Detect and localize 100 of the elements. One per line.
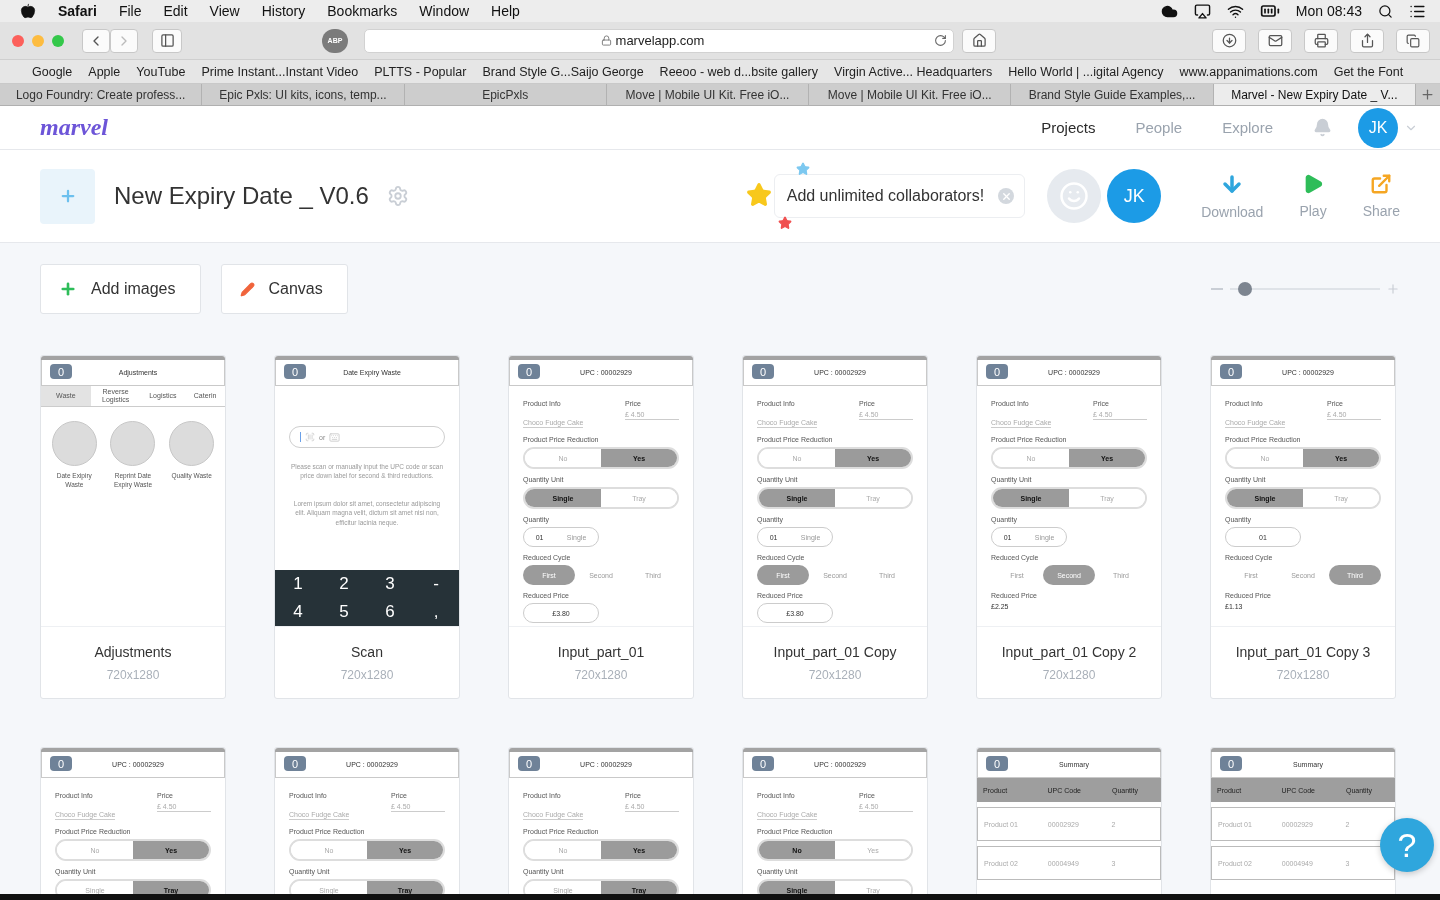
forward-button[interactable]	[110, 28, 138, 53]
slider-thumb[interactable]	[1238, 282, 1252, 296]
tile-circle[interactable]	[51, 421, 97, 466]
bookmark-link[interactable]: Prime Instant...Instant Video	[201, 64, 359, 79]
bookmark-link[interactable]: Google	[32, 64, 73, 79]
menu-item[interactable]: Help	[491, 3, 520, 19]
menu-item[interactable]: Window	[419, 3, 470, 19]
mail-button[interactable]	[1258, 28, 1292, 53]
settings-icon[interactable]	[386, 185, 409, 207]
screen-name: Input_part_01 Copy 2	[1001, 643, 1137, 660]
logo[interactable]: marvel	[40, 114, 108, 141]
barcode-icon	[305, 432, 315, 442]
home-button[interactable]	[962, 28, 996, 53]
menu-item[interactable]: View	[209, 3, 240, 19]
bookmark-link[interactable]: Reeoo - web d...bsite gallery	[659, 64, 819, 79]
printer-icon	[1313, 33, 1329, 48]
bookmark-link[interactable]: www.appanimations.com	[1179, 64, 1318, 79]
star-icon	[777, 216, 792, 230]
screen-size: 720x1280	[1042, 667, 1096, 682]
zoom-button[interactable]	[52, 34, 64, 47]
comment-badge[interactable]: 0	[50, 364, 72, 379]
browser-tab[interactable]: Epic Pxls: UI kits, icons, temp...	[202, 84, 405, 105]
keypad-key[interactable]: 3	[385, 574, 395, 594]
sidebar-button[interactable]	[152, 28, 182, 53]
comment-badge[interactable]: 0	[1220, 364, 1242, 379]
comment-badge[interactable]: 0	[986, 364, 1008, 379]
bookmark-link[interactable]: Apple	[88, 64, 121, 79]
share-button[interactable]	[1350, 28, 1384, 53]
keypad-key[interactable]: 4	[293, 602, 303, 622]
bookmark-link[interactable]: PLTTS - Popular	[374, 64, 467, 79]
keypad-key[interactable]: ,	[433, 602, 439, 622]
browser-tab[interactable]: Marvel - New Expiry Date _ V...	[1213, 84, 1416, 105]
keypad-key[interactable]: 1	[293, 574, 303, 594]
screen-size: 720x1280	[106, 667, 160, 682]
screen-size: 720x1280	[808, 667, 862, 682]
screen-name: Adjustments	[94, 643, 172, 660]
screen-card[interactable]	[274, 355, 460, 699]
comment-badge[interactable]: 0	[518, 756, 540, 771]
bell-icon[interactable]	[1313, 118, 1332, 137]
comment-badge[interactable]: 0	[284, 364, 306, 379]
screen-name: Input_part_01 Copy 3	[1235, 643, 1371, 660]
reload-icon[interactable]	[934, 34, 947, 47]
plus-icon	[1420, 87, 1436, 102]
star-icon	[795, 162, 810, 176]
comment-badge[interactable]: 0	[284, 756, 306, 771]
keypad-key[interactable]: 6	[385, 602, 395, 622]
keypad-key[interactable]: -	[433, 574, 439, 594]
tabs-button[interactable]	[1396, 28, 1430, 53]
comment-badge[interactable]: 0	[50, 756, 72, 771]
comment-badge[interactable]: 0	[1220, 756, 1242, 771]
keypad-key[interactable]: 2	[339, 574, 349, 594]
apple-icon[interactable]	[20, 3, 36, 19]
back-button[interactable]	[82, 28, 110, 53]
clock[interactable]: Mon 08:43	[1295, 3, 1362, 19]
tile-circle[interactable]	[110, 421, 156, 466]
plus-icon	[59, 280, 77, 298]
menu-item[interactable]: Edit	[163, 3, 188, 19]
comment-badge[interactable]: 0	[752, 756, 774, 771]
bookmark-link[interactable]: Virgin Active... Headquarters	[834, 64, 993, 79]
home-icon	[971, 33, 987, 48]
browser-tab[interactable]: Brand Style Guide Examples,...	[1011, 84, 1214, 105]
close-button[interactable]	[998, 188, 1015, 204]
bookmark-link[interactable]: Get the Font	[1333, 64, 1404, 79]
menu-item[interactable]: Bookmarks	[327, 3, 398, 19]
browser-tab[interactable]: EpicPxls	[404, 84, 607, 105]
keypad-key[interactable]: 5	[339, 602, 349, 622]
screen-size: 720x1280	[574, 667, 628, 682]
bookmark-link[interactable]: YouTube	[136, 64, 186, 79]
browser-tab[interactable]: Logo Foundry: Create profess...	[0, 84, 203, 105]
download-icon	[1221, 33, 1237, 48]
tool-button[interactable]: Add images	[40, 264, 201, 314]
screen-name: Input_part_01	[557, 643, 645, 660]
browser-tab[interactable]: Move | Mobile UI Kit. Free iO...	[809, 84, 1012, 105]
downloads-button[interactable]	[1212, 28, 1246, 53]
airplay-icon[interactable]	[1193, 2, 1211, 20]
print-button[interactable]	[1304, 28, 1338, 53]
screen-name: Input_part_01 Copy	[773, 643, 897, 660]
pencil-icon	[239, 281, 255, 297]
close-window-button[interactable]	[12, 34, 24, 47]
sidebar-icon	[159, 33, 175, 48]
comment-badge[interactable]: 0	[518, 364, 540, 379]
app-menu[interactable]: Safari	[58, 3, 97, 19]
address-field[interactable]: marvelapp.com	[364, 28, 954, 53]
new-tab-button[interactable]	[1415, 84, 1440, 105]
menu-item[interactable]: File	[118, 3, 142, 19]
close-icon	[1000, 190, 1012, 202]
nav-link[interactable]: Projects	[1041, 119, 1096, 136]
browser-tab[interactable]: Move | Mobile UI Kit. Free iO...	[606, 84, 810, 105]
comment-badge[interactable]: 0	[986, 756, 1008, 771]
tool-button[interactable]: Canvas	[220, 264, 348, 314]
screen-name: Scan	[351, 643, 383, 660]
star-icon	[745, 182, 772, 208]
tile-circle[interactable]	[169, 421, 215, 466]
bookmark-link[interactable]: Hello World | ...igital Agency	[1008, 64, 1164, 79]
menu-item[interactable]: History	[261, 3, 306, 19]
lock-icon	[600, 35, 612, 46]
screen-size: 720x1280	[1276, 667, 1330, 682]
bookmark-link[interactable]: Brand Style G...Saijo George	[482, 64, 644, 79]
comment-badge[interactable]: 0	[752, 364, 774, 379]
search-icon[interactable]	[1378, 3, 1393, 19]
